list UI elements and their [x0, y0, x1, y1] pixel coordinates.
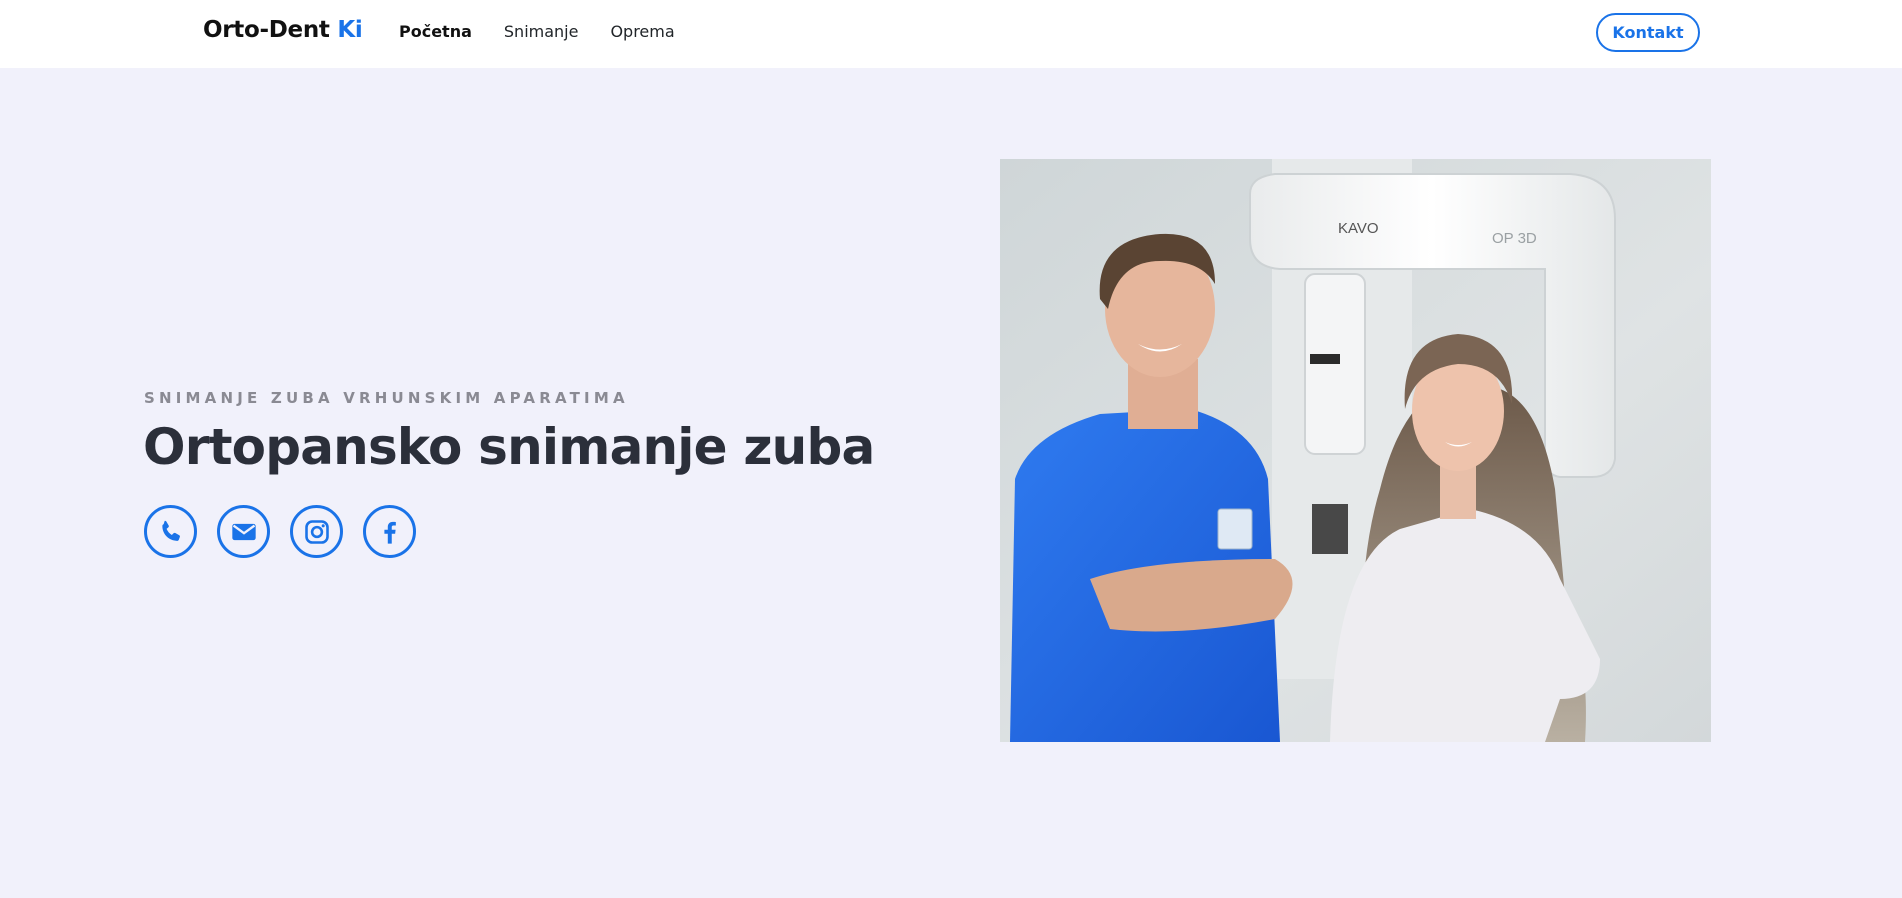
instagram-icon	[304, 519, 329, 544]
social-links	[144, 505, 416, 558]
hero-eyebrow: SNIMANJE ZUBA VRHUNSKIM APARATIMA	[144, 389, 629, 407]
phone-icon	[161, 520, 180, 541]
facebook-icon	[383, 521, 396, 544]
phone-link[interactable]	[144, 505, 197, 558]
device-model-label: OP 3D	[1492, 230, 1537, 247]
logo-accent-text: Ki	[337, 17, 363, 43]
site-logo[interactable]: Orto-Dent Ki	[203, 17, 363, 43]
staff-with-xray-machine-image: KAVO OP 3D	[1000, 159, 1711, 742]
mail-icon	[231, 523, 256, 540]
hero-title: Ortopansko snimanje zuba	[143, 418, 875, 476]
nav-link-snimanje[interactable]: Snimanje	[504, 22, 579, 41]
navbar: Orto-Dent Ki Početna Snimanje Oprema Kon…	[0, 0, 1902, 68]
logo-text: Orto-Dent	[203, 17, 330, 43]
hero-photo: KAVO OP 3D	[1000, 159, 1711, 742]
mail-link[interactable]	[217, 505, 270, 558]
device-brand-label: KAVO	[1338, 220, 1379, 237]
contact-button[interactable]: Kontakt	[1596, 13, 1700, 52]
nav-link-oprema[interactable]: Oprema	[610, 22, 674, 41]
nav-link-pocetna[interactable]: Početna	[399, 22, 472, 41]
instagram-link[interactable]	[290, 505, 343, 558]
facebook-link[interactable]	[363, 505, 416, 558]
main-nav: Početna Snimanje Oprema	[399, 22, 675, 41]
